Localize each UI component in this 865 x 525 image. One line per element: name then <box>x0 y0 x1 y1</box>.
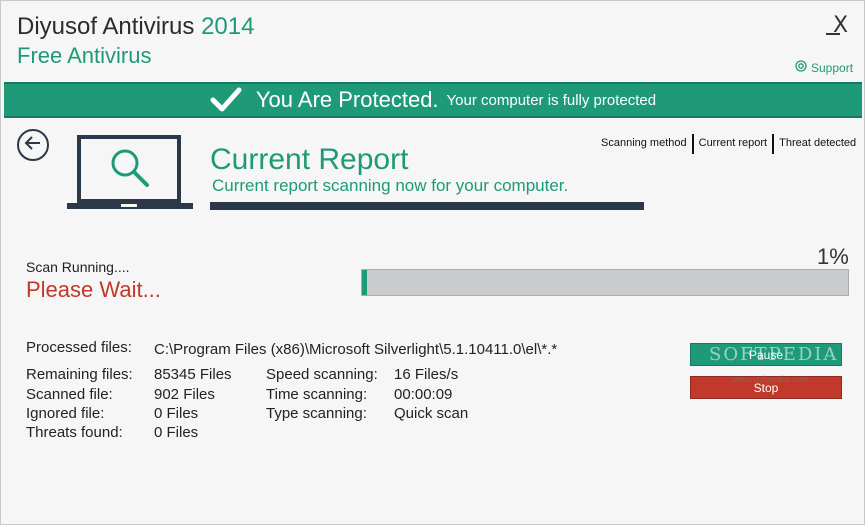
lifebuoy-icon <box>795 60 807 75</box>
report-subtitle: Current report scanning now for your com… <box>212 176 569 195</box>
type-scanning-value: Quick scan <box>394 405 469 422</box>
threats-found-label: Threats found: <box>26 424 123 441</box>
protection-status: You Are Protected. <box>255 87 439 112</box>
scanned-file-value: 902 Files <box>154 386 215 403</box>
app-version: 2014 <box>201 13 255 40</box>
progress-percent: 1% <box>817 244 849 269</box>
ignored-file-label: Ignored file: <box>26 405 105 422</box>
app-subtitle: Free Antivirus <box>17 43 152 68</box>
ignored-file-value: 0 Files <box>154 405 199 422</box>
time-scanning-label: Time scanning: <box>266 386 368 403</box>
arrow-left-icon <box>24 135 42 155</box>
laptop-search-icon <box>65 135 195 213</box>
processed-files-value: C:\Program Files (x86)\Microsoft Silverl… <box>154 341 558 358</box>
report-title: Current Report <box>210 143 409 176</box>
support-label: Support <box>811 60 854 75</box>
protection-banner: You Are Protected. Your computer is full… <box>4 82 862 118</box>
tab-scanning-method[interactable]: Scanning method <box>596 135 692 154</box>
stop-button[interactable]: Stop <box>690 376 842 399</box>
time-scanning-value: 00:00:09 <box>394 386 453 403</box>
app-title: Diyusof Antivirus 2014 <box>17 13 254 41</box>
scanned-file-label: Scanned file: <box>26 386 113 403</box>
app-name: Diyusof Antivirus <box>17 13 195 40</box>
type-scanning-label: Type scanning: <box>266 405 367 422</box>
remaining-files-value: 85345 Files <box>154 366 232 383</box>
processed-files-label: Processed files: <box>26 339 132 356</box>
checkmark-icon <box>210 87 242 113</box>
scan-status: Scan Running.... <box>26 259 130 275</box>
threats-found-value: 0 Files <box>154 424 199 441</box>
report-tabs: Scanning method Current report Threat de… <box>596 134 861 154</box>
pause-button[interactable]: Pause <box>690 343 842 366</box>
scan-progress-fill <box>362 270 367 295</box>
remaining-files-label: Remaining files: <box>26 366 133 383</box>
back-button[interactable] <box>17 129 49 161</box>
tab-threat-detected[interactable]: Threat detected <box>774 135 861 154</box>
support-link[interactable]: Support <box>795 60 853 75</box>
speed-scanning-label: Speed scanning: <box>266 366 378 383</box>
scan-progress-bar <box>361 269 849 296</box>
please-wait-text: Please Wait... <box>26 277 161 302</box>
protection-detail: Your computer is fully protected <box>446 91 657 109</box>
report-divider <box>210 202 644 210</box>
speed-scanning-value: 16 Files/s <box>394 366 459 383</box>
close-button[interactable]: X <box>833 13 848 38</box>
tab-current-report[interactable]: Current report <box>694 135 772 154</box>
